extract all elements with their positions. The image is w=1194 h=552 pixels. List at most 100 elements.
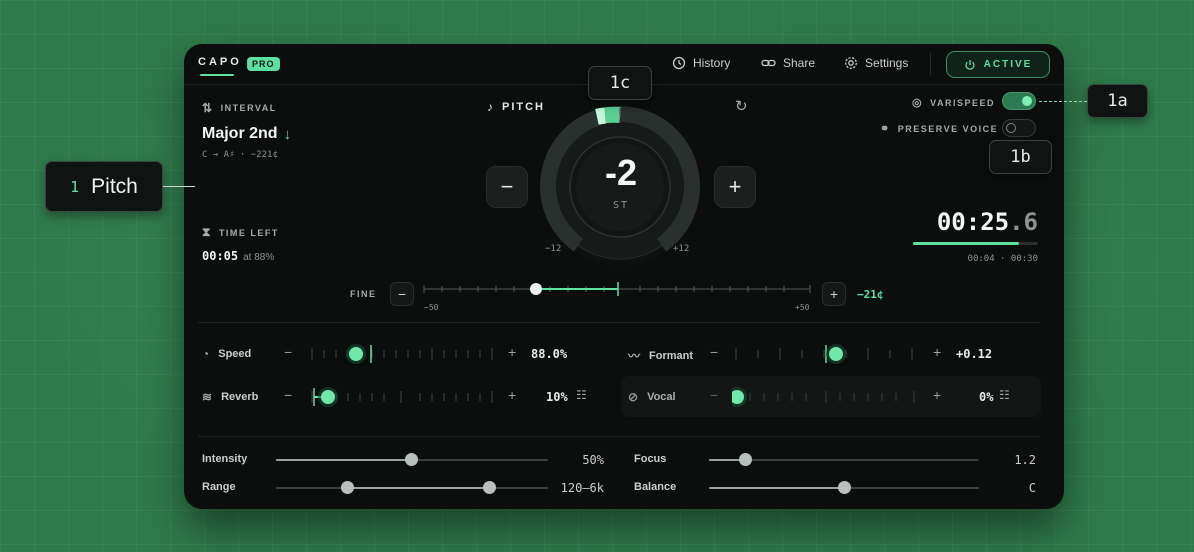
header-separator (930, 53, 931, 75)
active-button[interactable]: ACTIVE (946, 51, 1050, 78)
settings-label: Settings (865, 56, 909, 70)
link-icon (761, 59, 776, 67)
focus-thumb[interactable] (739, 453, 752, 466)
varispeed-row: ◎ VARISPEED (912, 96, 995, 109)
reverb-adjust-icon[interactable]: ☷ (576, 388, 587, 402)
interval-detail: C → A♯ · −221¢ (202, 150, 278, 160)
varispeed-toggle[interactable] (1002, 92, 1036, 110)
share-label: Share (783, 56, 816, 70)
speed-row-label: ◔ Speed (202, 347, 251, 361)
interval-name-row: Major 2nd ↓ (202, 125, 291, 143)
timer-display: 00:25.6 (904, 208, 1038, 236)
timer-progress (913, 242, 1038, 245)
active-label: ACTIVE (983, 59, 1033, 70)
fine-label: FINE (350, 289, 377, 299)
speed-slider[interactable] (308, 342, 498, 366)
callout-1b: 1b (989, 140, 1052, 174)
balance-fill (709, 487, 844, 489)
formant-label: Formant (649, 349, 694, 362)
speed-decrease[interactable]: − (284, 344, 292, 360)
history-icon (672, 56, 686, 70)
settings-button[interactable]: Settings (844, 56, 908, 70)
intensity-value: 50% (582, 453, 604, 467)
formant-slider[interactable] (732, 342, 922, 366)
fine-slider[interactable] (420, 280, 814, 300)
reverb-icon: ≋ (202, 390, 213, 404)
callout-pitch: 1 Pitch (45, 161, 163, 212)
hourglass-icon: ⧗ (202, 225, 212, 239)
range-fill (347, 487, 489, 489)
formant-decrease[interactable]: − (710, 344, 718, 360)
waveform-icon: 〰 (628, 349, 641, 363)
focus-label: Focus (634, 453, 667, 465)
balance-value: C (1028, 481, 1036, 495)
preserve-voice-label: PRESERVE VOICE (897, 123, 999, 134)
vocal-value: 0% (979, 390, 994, 404)
varispeed-icon: ◎ (912, 97, 924, 109)
link-chain-icon: ⚭ (880, 123, 891, 135)
formant-increase[interactable]: + (933, 344, 941, 360)
formant-value: +0.12 (956, 347, 993, 361)
range-value: 120–6k (560, 481, 604, 495)
share-button[interactable]: Share (761, 56, 815, 70)
power-icon (965, 59, 975, 70)
time-left-value: 00:05 (202, 249, 239, 263)
interval-name: Major 2nd (202, 125, 278, 142)
fine-decrease-button[interactable]: − (390, 282, 414, 306)
range-thumb-low[interactable] (341, 481, 354, 494)
callout-1a: 1a (1087, 84, 1148, 118)
timer-progress-fill (913, 242, 1020, 245)
callout-1c: 1c (588, 66, 652, 100)
history-label: History (693, 56, 731, 70)
pitch-value: -2 (604, 152, 637, 193)
range-label: Range (202, 481, 236, 493)
fine-min: −50 (424, 303, 439, 312)
pitch-min: −12 (545, 244, 562, 254)
formant-row-label: 〰 Formant (628, 347, 693, 364)
reverb-decrease[interactable]: − (284, 387, 292, 403)
balance-thumb[interactable] (838, 481, 851, 494)
vocal-increase[interactable]: + (933, 387, 941, 403)
preserve-voice-toggle-knob (1006, 123, 1016, 133)
pitch-unit: ST (612, 200, 630, 211)
capo-panel: CAPO PRO History Share Settings ACTIVE ⇅… (184, 44, 1064, 509)
timer-main: 00:25 (936, 208, 1010, 236)
range-thumb-high[interactable] (483, 481, 496, 494)
intensity-fill (276, 459, 411, 461)
pitch-increase-button[interactable]: + (714, 166, 756, 208)
reverb-label: Reverb (221, 391, 259, 403)
callout-pitch-number: 1 (70, 177, 80, 196)
reset-icon[interactable]: ↻ (735, 97, 748, 115)
reverb-increase[interactable]: + (508, 387, 516, 403)
vocal-adjust-icon[interactable]: ☷ (999, 388, 1010, 402)
timer-range: 00:04 · 00:30 (967, 254, 1038, 264)
fine-increase-button[interactable]: + (822, 282, 846, 306)
range-track[interactable] (276, 487, 548, 489)
vocal-slider[interactable] (732, 385, 922, 409)
gear-icon (845, 57, 857, 69)
pitch-max: +12 (673, 244, 690, 254)
intensity-thumb[interactable] (405, 453, 418, 466)
callout-1a-connector (1039, 101, 1087, 102)
vocal-label: Vocal (647, 391, 676, 403)
swap-icon: ⇅ (202, 101, 214, 115)
fine-max: +50 (795, 303, 810, 312)
preserve-voice-toggle[interactable] (1002, 119, 1036, 137)
mute-mic-icon: ⊘ (628, 390, 639, 404)
preserve-voice-row: ⚭ PRESERVE VOICE (880, 122, 998, 135)
speed-increase[interactable]: + (508, 344, 516, 360)
callout-pitch-label: Pitch (91, 174, 138, 198)
reverb-value: 10% (546, 390, 568, 404)
pro-badge: PRO (247, 57, 280, 71)
balance-label: Balance (634, 481, 677, 493)
section-divider-1 (198, 322, 1040, 323)
reverb-slider[interactable] (308, 385, 498, 409)
history-button[interactable]: History (672, 56, 730, 70)
time-left-row: 00:05 at 88% (202, 249, 274, 263)
pitch-decrease-button[interactable]: − (486, 166, 528, 208)
interval-header: ⇅ INTERVAL (202, 101, 277, 115)
app-logo: CAPO (198, 56, 242, 68)
logo-underline (200, 74, 234, 76)
vocal-row-label: ⊘ Vocal (628, 390, 676, 404)
vocal-decrease[interactable]: − (710, 387, 718, 403)
